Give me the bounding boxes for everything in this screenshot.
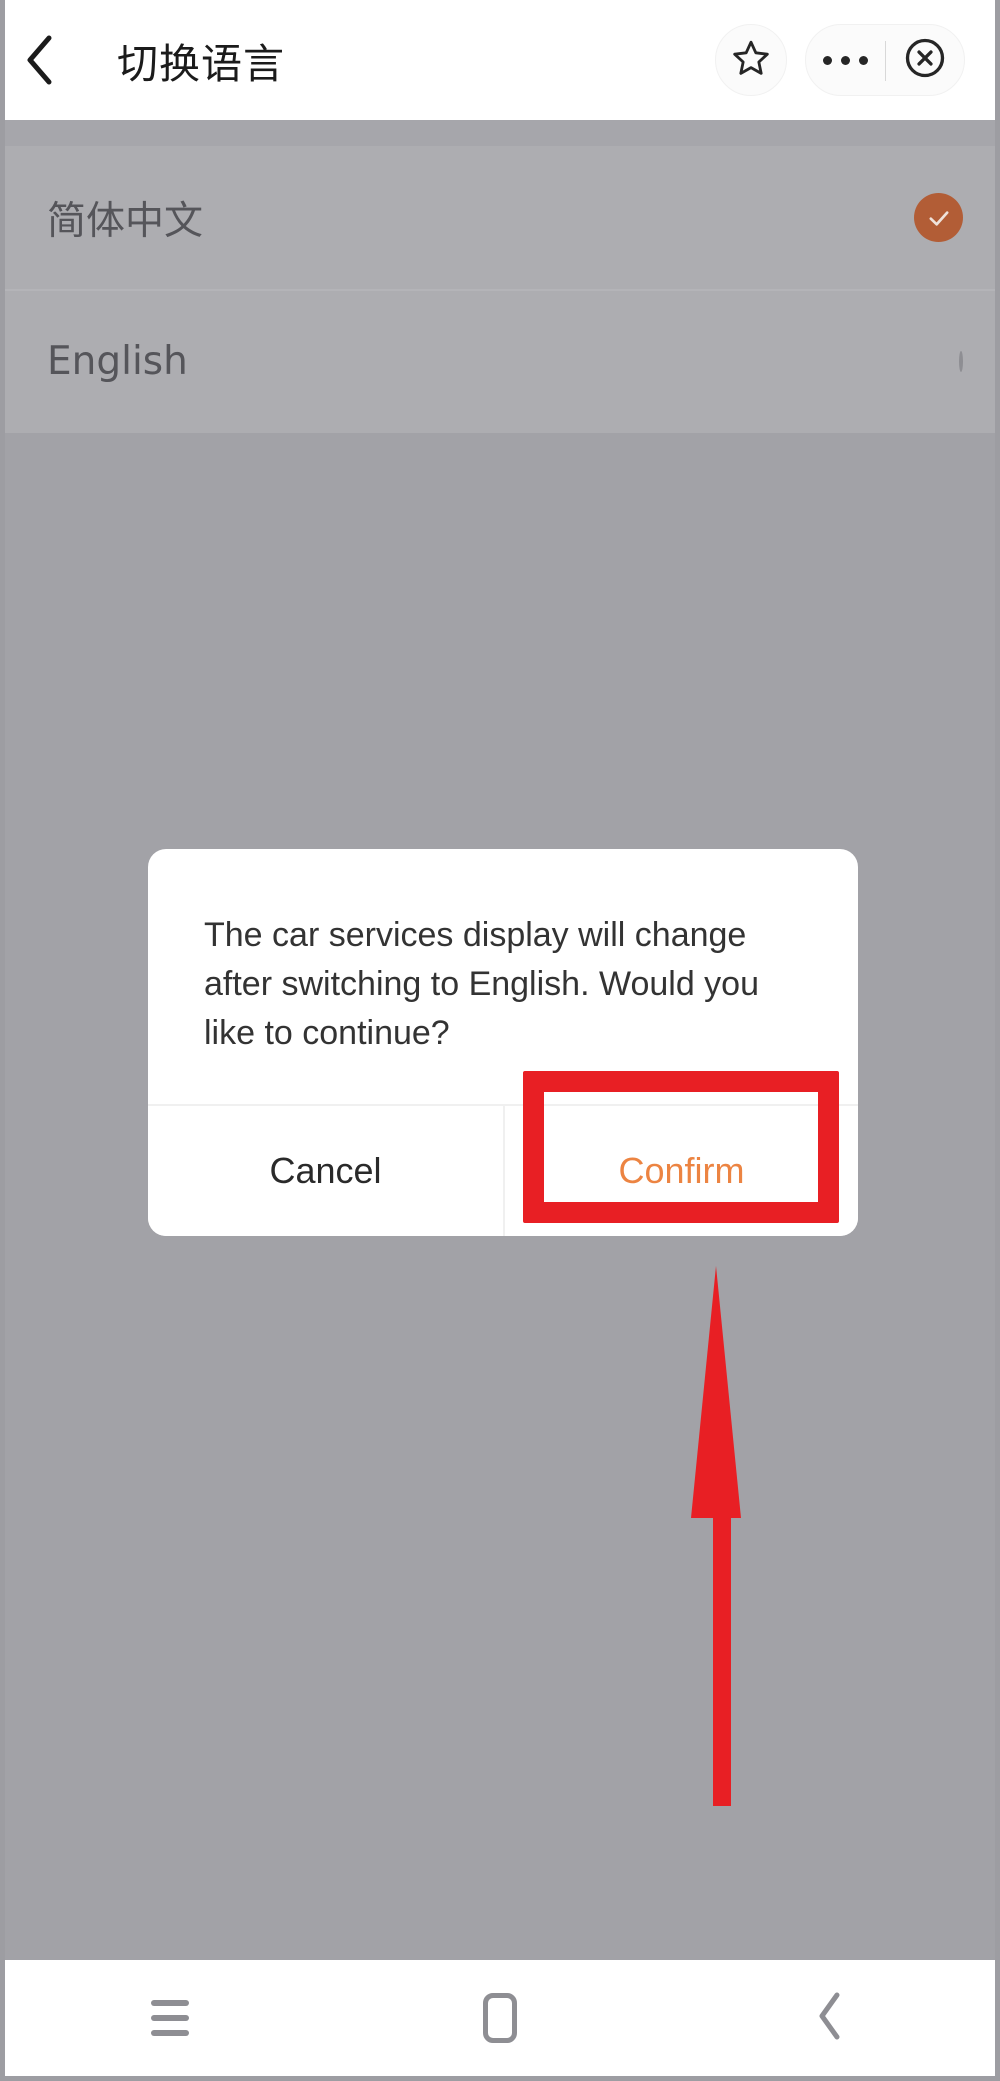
check-circle-icon: [914, 193, 963, 242]
nav-home-button[interactable]: [335, 1960, 665, 2076]
recents-menu-icon: [151, 2000, 189, 2036]
favorite-button[interactable]: [715, 24, 787, 96]
wechat-capsule: [805, 24, 965, 96]
header-back-button[interactable]: [5, 0, 75, 120]
language-label: 简体中文: [47, 198, 204, 244]
header-actions: [715, 24, 965, 96]
language-list: 简体中文 English: [0, 120, 1000, 433]
back-chevron-icon: [815, 1991, 845, 2046]
capsule-divider: [885, 41, 886, 81]
dialog-actions: Cancel Confirm: [148, 1104, 858, 1236]
language-selected-indicator[interactable]: [914, 193, 963, 242]
nav-back-button[interactable]: [665, 1960, 995, 2076]
star-outline-icon: [731, 38, 771, 83]
phone-screen: 切换语言 简体中文 English The car services displ…: [0, 0, 1000, 2081]
page-title: 切换语言: [117, 40, 285, 88]
language-label: English: [47, 339, 188, 384]
dialog-message: The car services display will change aft…: [204, 916, 759, 1052]
confirm-button[interactable]: Confirm: [503, 1106, 858, 1236]
close-circle-icon: [904, 37, 946, 84]
dialog-body: The car services display will change aft…: [148, 849, 858, 1104]
app-header: 切换语言: [0, 0, 1000, 120]
confirm-dialog: The car services display will change aft…: [148, 849, 858, 1236]
nav-recents-button[interactable]: [5, 1960, 335, 2076]
list-top-shade: [5, 120, 995, 146]
back-chevron-icon: [23, 34, 57, 86]
system-navigation-bar: [0, 1960, 1000, 2081]
more-menu-button[interactable]: [806, 25, 885, 95]
language-unselected-indicator[interactable]: [959, 350, 963, 372]
language-row-simplified-chinese[interactable]: 简体中文: [5, 146, 995, 289]
language-row-english[interactable]: English: [5, 289, 995, 432]
radio-empty-icon: [959, 350, 963, 372]
more-dots-icon: [823, 55, 868, 65]
close-button[interactable]: [885, 25, 964, 95]
cancel-button[interactable]: Cancel: [148, 1106, 503, 1236]
home-square-icon: [483, 1993, 517, 2043]
